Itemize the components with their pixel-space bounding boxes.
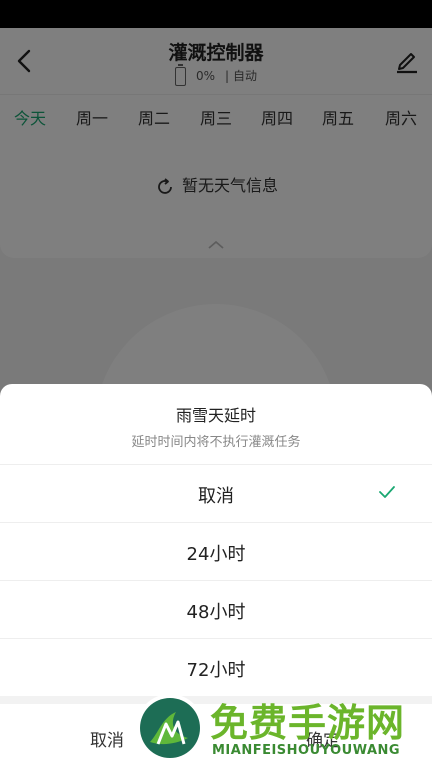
watermark-logo-icon — [136, 694, 204, 762]
watermark-subtitle: MIANFEISHOUYOUWANG — [212, 743, 401, 758]
option-72h[interactable]: 72小时 — [0, 638, 432, 697]
sheet-title: 雨雪天延时 — [175, 406, 256, 425]
check-icon — [379, 486, 395, 498]
option-label: 24小时 — [186, 544, 246, 565]
option-cancel-delay[interactable]: 取消 — [0, 464, 432, 523]
option-label: 72小时 — [186, 660, 246, 681]
option-label: 48小时 — [186, 602, 246, 623]
option-24h[interactable]: 24小时 — [0, 522, 432, 581]
option-48h[interactable]: 48小时 — [0, 580, 432, 639]
sheet-subtitle: 延时时间内将不执行灌溉任务 — [131, 435, 301, 450]
option-label: 取消 — [198, 486, 234, 507]
watermark-title: 免费手游网 — [210, 701, 406, 745]
cancel-button[interactable]: 取消 — [90, 726, 124, 751]
